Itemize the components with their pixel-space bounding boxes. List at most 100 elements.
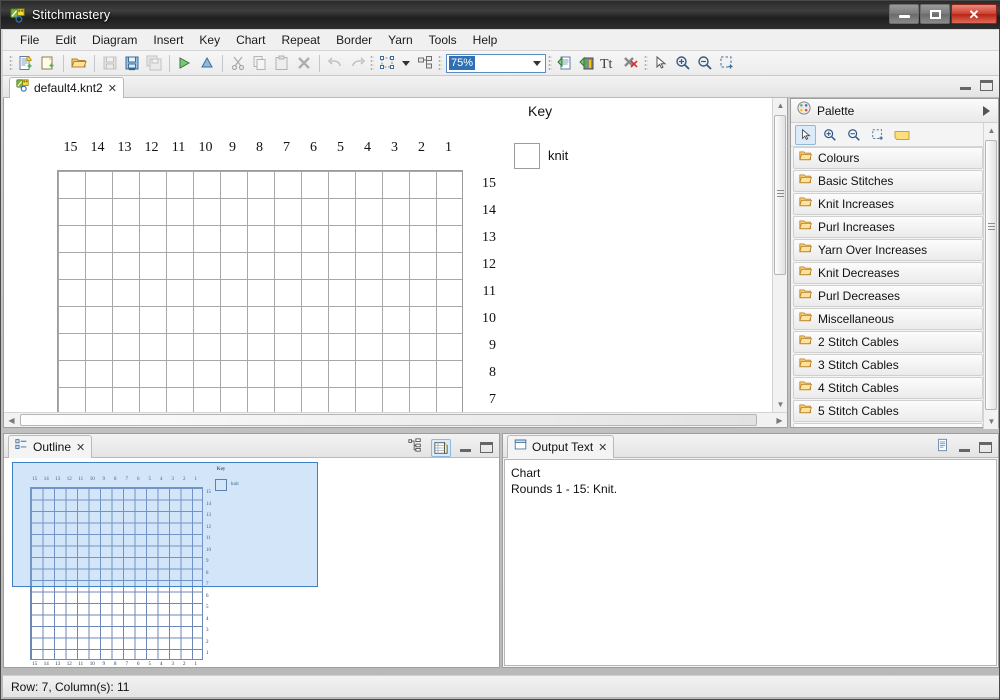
close-icon[interactable]: ✕	[598, 441, 607, 454]
maximize-icon[interactable]	[979, 442, 992, 453]
palette-item-3-stitch-cables[interactable]: 3 Stitch Cables	[793, 354, 983, 376]
save-as-button[interactable]	[121, 53, 143, 74]
palette-item-purl-decreases[interactable]: Purl Decreases	[793, 285, 983, 307]
menu-item-diagram[interactable]: Diagram	[84, 31, 145, 49]
toolbar-grip[interactable]	[644, 55, 648, 71]
chart-canvas[interactable]: Key knit 15 14 13 12 11 10 9 8 7 6 5 4 3 2 1 15 14 13 12 1…	[4, 98, 774, 422]
palette-item-5-stitch-cables[interactable]: 5 Stitch Cables	[793, 400, 983, 422]
palette-item-yarn-over-increases[interactable]: Yarn Over Increases	[793, 239, 983, 261]
tree-view-button[interactable]	[408, 438, 422, 457]
editor-vertical-scrollbar[interactable]: ▲ ▼	[772, 98, 787, 427]
thumbnail-view-button[interactable]	[431, 438, 451, 457]
minimize-icon[interactable]	[959, 449, 970, 452]
output-text-tab[interactable]: Output Text ✕	[507, 435, 615, 458]
pointer-tool-button[interactable]	[650, 53, 672, 74]
toolbar-grip[interactable]	[9, 55, 13, 71]
paste-button[interactable]	[271, 53, 293, 74]
menu-item-yarn[interactable]: Yarn	[380, 31, 420, 49]
close-icon[interactable]: ✕	[76, 441, 85, 454]
menu-item-insert[interactable]: Insert	[145, 31, 191, 49]
palette-item-colours[interactable]: Colours	[793, 147, 983, 169]
save-button[interactable]	[99, 53, 121, 74]
save-all-button[interactable]	[143, 53, 165, 74]
menu-item-border[interactable]: Border	[328, 31, 380, 49]
redo-button[interactable]	[346, 53, 368, 74]
maximize-icon[interactable]	[980, 80, 993, 91]
outline-viewport-indicator[interactable]	[12, 462, 318, 587]
palette-zoom-in-tool[interactable]	[819, 125, 840, 145]
menu-item-key[interactable]: Key	[191, 31, 228, 49]
palette-item-knit-decreases[interactable]: Knit Decreases	[793, 262, 983, 284]
scroll-up-icon[interactable]: ▲	[773, 98, 787, 113]
legend-symbol-knit[interactable]	[514, 143, 540, 169]
chevron-right-icon[interactable]	[983, 105, 990, 116]
chevron-down-icon[interactable]	[402, 60, 410, 66]
undo-button[interactable]	[324, 53, 346, 74]
palette-item-list[interactable]: Colours Basic Stitches Knit Increases Purl …	[791, 147, 985, 427]
maximize-icon[interactable]	[480, 442, 493, 453]
horizontal-scroll-thumb[interactable]	[20, 414, 757, 426]
scroll-right-icon[interactable]: ▶	[772, 413, 787, 427]
minimize-icon[interactable]	[460, 449, 471, 452]
palette-marquee-tool[interactable]	[867, 125, 888, 145]
menu-item-edit[interactable]: Edit	[47, 31, 84, 49]
menu-item-tools[interactable]: Tools	[421, 31, 465, 49]
toolbar-grip[interactable]	[548, 55, 552, 71]
outline-thumbnail-area[interactable]: 15 14 13 12 11 10 9 8 7 6 5 4 3 2 1 15 14 13 12 11 10 9 8 7 6 5 4…	[4, 458, 499, 667]
close-button[interactable]: ✕	[951, 4, 997, 24]
scroll-up-icon[interactable]: ▲	[984, 123, 999, 138]
new-diagram-button[interactable]	[37, 53, 59, 74]
export-image-button[interactable]	[576, 53, 598, 74]
chevron-down-icon[interactable]	[533, 60, 541, 66]
maximize-button[interactable]	[920, 4, 950, 24]
flip-button[interactable]	[196, 53, 218, 74]
palette-item-2-stitch-cables[interactable]: 2 Stitch Cables	[793, 331, 983, 353]
copy-text-button[interactable]	[936, 438, 950, 457]
new-document-button[interactable]	[15, 53, 37, 74]
palette-item-knit-increases[interactable]: Knit Increases	[793, 193, 983, 215]
menu-item-help[interactable]: Help	[465, 31, 506, 49]
cut-button[interactable]	[227, 53, 249, 74]
select-all-button[interactable]	[376, 53, 398, 74]
arrange-button[interactable]	[414, 53, 436, 74]
editor-horizontal-scrollbar[interactable]: ◀ ▶	[4, 412, 787, 427]
editor-tab-default4[interactable]: default4.knt2 ✕	[9, 77, 124, 98]
menu-item-file[interactable]: File	[12, 31, 47, 49]
toolbar-grip[interactable]	[438, 55, 442, 71]
palette-item-purl-increases[interactable]: Purl Increases	[793, 216, 983, 238]
palette-vertical-scrollbar[interactable]: ▲ ▼	[983, 123, 998, 429]
zoom-combo[interactable]: 75%	[446, 53, 546, 73]
palette-item-miscellaneous[interactable]: Miscellaneous	[793, 308, 983, 330]
menu-item-repeat[interactable]: Repeat	[273, 31, 328, 49]
minimize-button[interactable]	[889, 4, 919, 24]
zoom-in-button[interactable]	[672, 53, 694, 74]
delete-button[interactable]	[293, 53, 315, 74]
zoom-level-value[interactable]: 75%	[449, 56, 476, 70]
palette-select-tool[interactable]	[795, 124, 816, 145]
palette-note-tool[interactable]	[891, 125, 912, 145]
clear-formatting-button[interactable]	[620, 53, 642, 74]
minimize-icon[interactable]	[960, 87, 971, 90]
open-button[interactable]	[68, 53, 90, 74]
zoom-out-button[interactable]	[694, 53, 716, 74]
zoom-region-button[interactable]	[716, 53, 738, 74]
export-doc-button[interactable]	[554, 53, 576, 74]
vertical-scroll-thumb[interactable]	[985, 140, 997, 410]
scroll-down-icon[interactable]: ▼	[984, 414, 999, 429]
palette-item-basic-stitches[interactable]: Basic Stitches	[793, 170, 983, 192]
close-icon[interactable]: ✕	[108, 82, 117, 95]
palette-item-4-stitch-cables[interactable]: 4 Stitch Cables	[793, 377, 983, 399]
scroll-left-icon[interactable]: ◀	[4, 413, 19, 427]
outline-tab[interactable]: Outline ✕	[8, 435, 93, 458]
palette-item-6-stitch-cables[interactable]: 6 Stitch Cables	[793, 423, 983, 427]
output-text-content[interactable]: Chart Rounds 1 - 15: Knit.	[504, 459, 997, 666]
text-tool-button[interactable]: Tt	[598, 53, 620, 74]
run-button[interactable]	[174, 53, 196, 74]
palette-zoom-out-tool[interactable]	[843, 125, 864, 145]
toolbar-grip[interactable]	[370, 55, 374, 71]
scroll-down-icon[interactable]: ▼	[773, 397, 787, 412]
chart-editor[interactable]: Key knit 15 14 13 12 11 10 9 8 7 6 5 4 3 2 1 15 14 13 12 1…	[3, 98, 788, 428]
menu-item-chart[interactable]: Chart	[228, 31, 273, 49]
chart-grid[interactable]	[57, 170, 463, 422]
copy-button[interactable]	[249, 53, 271, 74]
